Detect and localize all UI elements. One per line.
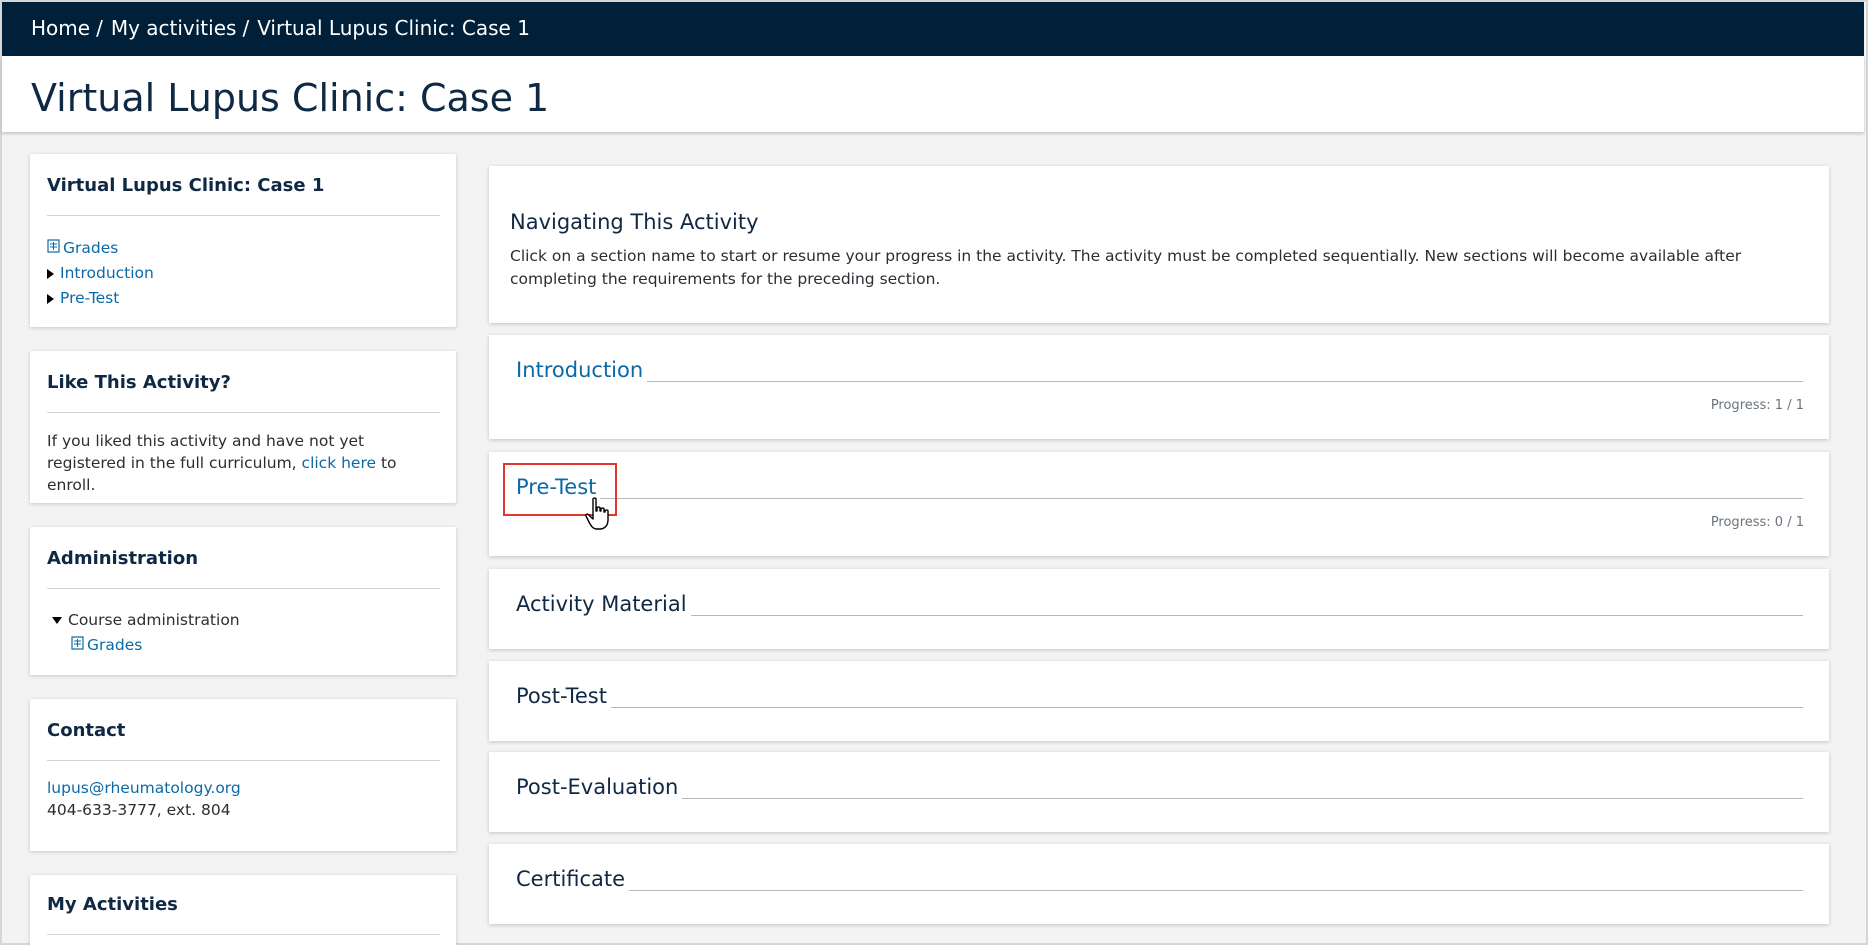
divider — [47, 760, 440, 761]
section-progress: Progress: 0 / 1 — [1710, 515, 1804, 530]
contact-block: Contact lupus@rheumatology.org 404-633-3… — [30, 699, 456, 851]
block-title: My Activities — [47, 894, 178, 915]
like-activity-block: Like This Activity? If you liked this ac… — [30, 351, 456, 503]
section-post-test-title: Post-Test — [516, 684, 611, 708]
divider — [47, 588, 440, 589]
nav-item-introduction-label[interactable]: Introduction — [60, 264, 154, 282]
section-divider — [516, 890, 1803, 891]
section-activity-material: Activity Material — [489, 569, 1829, 649]
course-administration-node[interactable]: Course administration — [47, 608, 240, 633]
divider — [47, 215, 440, 216]
course-administration-label: Course administration — [68, 611, 240, 629]
section-introduction: Introduction Progress: 1 / 1 — [489, 335, 1829, 439]
nav-item-pre-test-label[interactable]: Pre-Test — [60, 289, 119, 307]
section-introduction-link[interactable]: Introduction — [516, 358, 648, 382]
admin-tree: Course administration Grades — [47, 608, 240, 658]
section-divider — [516, 798, 1803, 799]
top-navbar: Home / My activities / Virtual Lupus Cli… — [2, 2, 1864, 56]
navigating-activity-card: Navigating This Activity Click on a sect… — [489, 166, 1829, 323]
section-certificate-title: Certificate — [516, 867, 630, 891]
intro-heading: Navigating This Activity — [510, 210, 759, 234]
breadcrumb-separator: / — [242, 16, 250, 40]
nav-list: Grades Introduction Pre-Test — [47, 236, 154, 311]
section-divider — [516, 381, 1803, 382]
admin-grades-item[interactable]: Grades — [47, 633, 240, 658]
nav-item-grades[interactable]: Grades — [47, 236, 154, 261]
enroll-link[interactable]: click here — [302, 454, 377, 472]
grades-icon — [47, 236, 60, 261]
breadcrumb-current: Virtual Lupus Clinic: Case 1 — [257, 16, 530, 40]
activity-nav-block: Virtual Lupus Clinic: Case 1 Grades Intr… — [30, 154, 456, 327]
nav-item-grades-label[interactable]: Grades — [63, 239, 118, 257]
page-title: Virtual Lupus Clinic: Case 1 — [31, 76, 550, 120]
breadcrumb: Home / My activities / Virtual Lupus Cli… — [31, 16, 530, 40]
contact-details: lupus@rheumatology.org 404-633-3777, ext… — [47, 777, 241, 821]
expand-arrow-icon[interactable] — [47, 268, 54, 279]
nav-item-pre-test[interactable]: Pre-Test — [47, 286, 154, 311]
section-divider — [516, 615, 1803, 616]
contact-phone: 404-633-3777, ext. 804 — [47, 801, 231, 819]
block-title: Virtual Lupus Clinic: Case 1 — [47, 175, 325, 196]
collapse-arrow-icon[interactable] — [52, 617, 62, 624]
contact-email-link[interactable]: lupus@rheumatology.org — [47, 779, 241, 797]
section-post-evaluation-title: Post-Evaluation — [516, 775, 683, 799]
hand-cursor-icon — [585, 497, 609, 530]
grades-icon — [71, 633, 84, 658]
expand-arrow-icon[interactable] — [47, 293, 54, 304]
admin-grades-link[interactable]: Grades — [87, 636, 142, 654]
divider — [47, 934, 440, 935]
section-post-test: Post-Test — [489, 661, 1829, 741]
block-title: Administration — [47, 548, 199, 569]
block-title: Contact — [47, 720, 126, 741]
section-certificate: Certificate — [489, 844, 1829, 924]
divider — [47, 412, 440, 413]
block-title: Like This Activity? — [47, 372, 231, 393]
section-activity-material-title: Activity Material — [516, 592, 691, 616]
like-activity-text: If you liked this activity and have not … — [47, 430, 442, 496]
breadcrumb-home[interactable]: Home — [31, 16, 90, 40]
section-divider — [516, 498, 1803, 499]
nav-item-introduction[interactable]: Introduction — [47, 261, 154, 286]
breadcrumb-separator: / — [96, 16, 103, 40]
section-post-evaluation: Post-Evaluation — [489, 752, 1829, 832]
breadcrumb-my-activities[interactable]: My activities — [111, 16, 237, 40]
intro-text: Click on a section name to start or resu… — [510, 247, 1742, 288]
my-activities-block: My Activities — [30, 875, 456, 945]
section-progress: Progress: 1 / 1 — [1710, 398, 1804, 413]
administration-block: Administration Course administration Gra… — [30, 527, 456, 675]
section-divider — [516, 707, 1803, 708]
page-header: Virtual Lupus Clinic: Case 1 — [2, 56, 1864, 132]
section-pre-test: Pre-Test Progress: 0 / 1 — [489, 452, 1829, 556]
